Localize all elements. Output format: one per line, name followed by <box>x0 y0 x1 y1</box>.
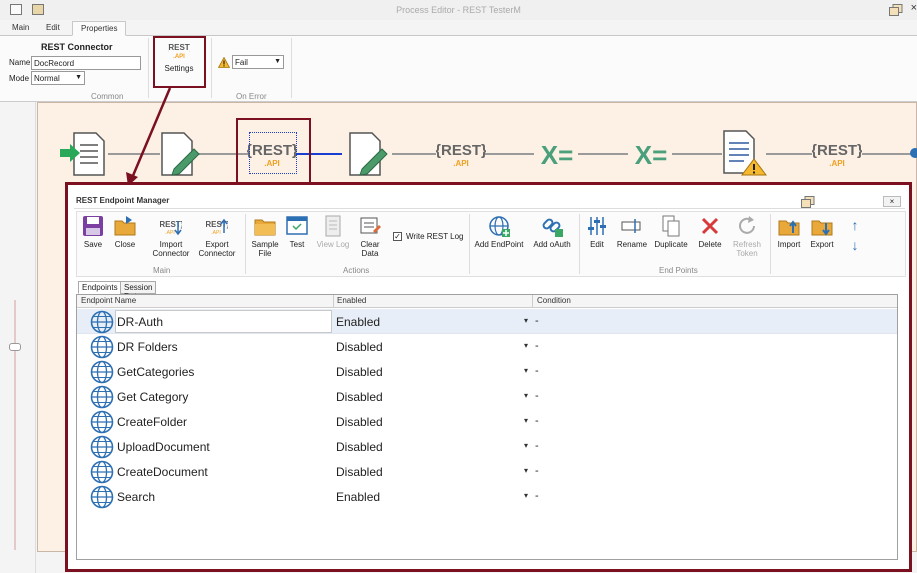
ribbon-separator <box>211 38 212 98</box>
xform-label: X= <box>635 140 668 170</box>
name-label: Name <box>9 58 31 67</box>
common-group-caption: Common <box>91 92 124 101</box>
xform-icon[interactable]: X= <box>628 138 674 170</box>
mode-select-value: Normal <box>34 74 60 83</box>
on-error-select[interactable]: Fail ▼ <box>232 55 284 69</box>
ribbon-tabs: Main Edit Properties <box>0 20 917 36</box>
tab-properties[interactable]: Properties <box>72 21 127 36</box>
flow-connector <box>862 153 912 155</box>
rest-label: {REST} <box>812 142 862 159</box>
chevron-down-icon: ▼ <box>75 74 82 81</box>
flow-connector <box>484 153 534 155</box>
warning-icon <box>218 57 230 68</box>
process-editor-window: Process Editor - REST TesterM × Main Edi… <box>0 0 917 573</box>
mode-label: Mode <box>9 74 30 83</box>
flow-connector <box>766 153 812 155</box>
tab-main[interactable]: Main <box>4 21 37 36</box>
chevron-down-icon: ▼ <box>274 58 281 65</box>
restore-icon[interactable] <box>889 4 903 16</box>
mode-select[interactable]: Normal ▼ <box>31 71 85 85</box>
api-label: .API <box>829 159 845 168</box>
ribbon-separator <box>291 38 292 98</box>
document-warning-icon[interactable] <box>722 129 768 177</box>
window-title: Process Editor - REST TesterM <box>396 5 521 15</box>
callout-arrow <box>126 87 172 186</box>
document-edit-icon[interactable] <box>348 131 388 177</box>
rest-api-icon[interactable]: {REST} .API <box>812 135 862 171</box>
flow-connector <box>672 153 722 155</box>
flow-connector <box>578 153 628 155</box>
window-close-icon[interactable]: × <box>911 2 917 14</box>
rest-api-icon[interactable]: {REST} .API <box>436 135 486 171</box>
on-error-value: Fail <box>235 58 248 67</box>
rest-connector-heading: REST Connector <box>41 42 113 52</box>
rest-label: {REST} <box>436 142 486 159</box>
xform-label: X= <box>541 140 574 170</box>
zoom-slider-thumb[interactable] <box>9 343 21 351</box>
selected-node-highlight <box>236 118 311 184</box>
settings-highlight <box>153 36 206 88</box>
zoom-slider-track <box>14 300 16 550</box>
dialog-highlight <box>65 182 912 572</box>
on-error-group-caption: On Error <box>236 92 267 101</box>
flow-end-node[interactable] <box>910 148 917 158</box>
document-in-icon[interactable] <box>60 131 108 177</box>
title-bar: Process Editor - REST TesterM × <box>0 0 917 20</box>
name-field[interactable]: DocRecord <box>31 56 141 70</box>
flow-connector <box>392 153 436 155</box>
left-strip <box>0 102 36 573</box>
api-label: .API <box>453 159 469 168</box>
xform-icon[interactable]: X= <box>534 138 580 170</box>
tab-edit[interactable]: Edit <box>38 21 68 36</box>
